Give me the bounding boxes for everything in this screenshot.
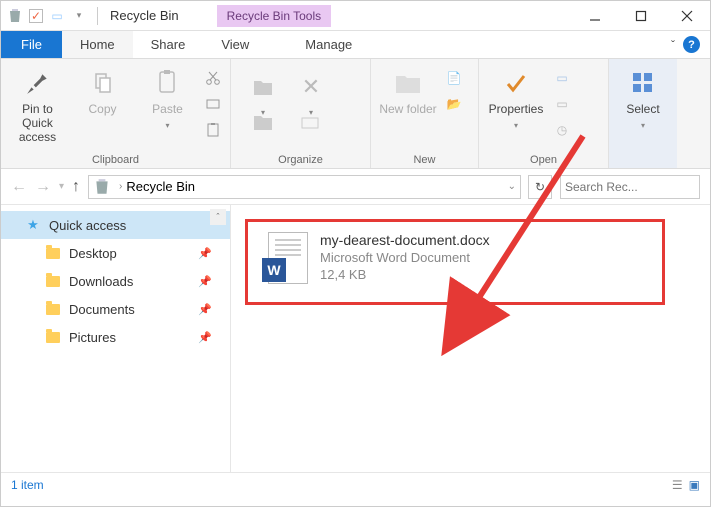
pin-icon: 📌 — [198, 331, 212, 344]
folder-icon — [45, 245, 61, 261]
search-input[interactable] — [565, 180, 711, 194]
breadcrumb-location[interactable]: Recycle Bin — [126, 179, 195, 194]
tab-manage[interactable]: Manage — [287, 31, 370, 58]
organize-group-label: Organize — [237, 152, 364, 166]
new-folder-label: New folder — [379, 102, 436, 116]
back-button[interactable]: ← — [11, 178, 27, 196]
chevron-right-icon[interactable]: › — [119, 181, 122, 192]
pictures-label: Pictures — [69, 330, 116, 345]
forward-button[interactable]: → — [35, 178, 51, 196]
status-bar: 1 item ☰ ▣ — [1, 472, 710, 496]
ribbon-tabs: File Home Share View Manage ˇ ? — [1, 31, 710, 59]
star-icon: ★ — [25, 217, 41, 233]
edit-icon[interactable]: ▭ — [551, 93, 573, 115]
open-group-label: Open — [485, 152, 602, 166]
address-bar-row: ← → ▾ ↑ › Recycle Bin ⌄ ↻ 🔍 — [1, 169, 710, 205]
desktop-label: Desktop — [69, 246, 117, 261]
quick-access-label: Quick access — [49, 218, 126, 233]
breadcrumb-dropdown-icon[interactable]: ⌄ — [508, 181, 516, 192]
contextual-tab-label[interactable]: Recycle Bin Tools — [217, 5, 332, 27]
file-name[interactable]: my-dearest-document.docx — [320, 232, 490, 248]
recycle-bin-icon — [7, 8, 23, 24]
new-folder-button[interactable]: New folder — [377, 63, 439, 116]
pin-icon: 📌 — [198, 275, 212, 288]
qat-dropdown-icon[interactable]: ▾ — [71, 8, 87, 24]
minimize-button[interactable] — [572, 1, 618, 31]
paste-label: Paste — [152, 102, 183, 116]
paste-button[interactable]: Paste ▾ — [137, 63, 198, 130]
qat-checkbox-icon[interactable]: ✓ — [29, 9, 43, 23]
easy-access-icon[interactable]: 📂 — [443, 93, 465, 115]
copy-label: Copy — [88, 102, 116, 116]
item-count: 1 item — [11, 478, 44, 492]
pin-label: Pin to Quick access — [7, 102, 68, 144]
sidebar-quick-access[interactable]: ★ Quick access — [1, 211, 230, 239]
pin-icon: 📌 — [198, 247, 212, 260]
tab-file[interactable]: File — [1, 31, 62, 58]
clipboard-group-label: Clipboard — [7, 152, 224, 166]
recycle-bin-small-icon — [93, 178, 111, 196]
thumbnails-view-icon[interactable]: ▣ — [689, 478, 700, 492]
window-title: Recycle Bin — [102, 8, 187, 23]
copy-path-icon[interactable] — [202, 93, 224, 115]
help-icon[interactable]: ? — [683, 36, 700, 53]
sidebar-documents[interactable]: Documents 📌 — [1, 295, 230, 323]
documents-label: Documents — [69, 302, 135, 317]
ribbon-collapse-icon[interactable]: ˇ — [671, 38, 675, 52]
history-icon[interactable]: ◷ — [551, 119, 573, 141]
navigation-pane: ˆ ★ Quick access Desktop 📌 Downloads 📌 D… — [1, 205, 231, 472]
search-box[interactable]: 🔍 — [560, 175, 700, 199]
file-list-area[interactable]: W my-dearest-document.docx Microsoft Wor… — [231, 205, 710, 472]
sidebar-downloads[interactable]: Downloads 📌 — [1, 267, 230, 295]
tab-share[interactable]: Share — [133, 31, 204, 58]
recent-dropdown[interactable]: ▾ — [59, 181, 64, 192]
pin-to-quick-access-button[interactable]: Pin to Quick access — [7, 63, 68, 144]
properties-label: Properties — [489, 102, 544, 116]
new-group-label: New — [377, 152, 472, 166]
select-group-label — [615, 164, 671, 166]
qat-item-icon[interactable]: ▭ — [49, 8, 65, 24]
paste-shortcut-icon[interactable] — [202, 119, 224, 141]
sidebar-desktop[interactable]: Desktop 📌 — [1, 239, 230, 267]
select-button[interactable]: Select ▾ — [615, 63, 671, 130]
properties-button[interactable]: Properties ▾ — [485, 63, 547, 130]
rename-button[interactable] — [291, 107, 331, 133]
file-type: Microsoft Word Document — [320, 250, 490, 265]
up-button[interactable]: ↑ — [72, 178, 80, 196]
word-document-icon[interactable]: W — [262, 232, 308, 288]
downloads-label: Downloads — [69, 274, 133, 289]
tab-view[interactable]: View — [203, 31, 267, 58]
title-bar: ✓ ▭ ▾ Recycle Bin Recycle Bin Tools — [1, 1, 710, 31]
folder-icon — [45, 301, 61, 317]
copy-button[interactable]: Copy — [72, 63, 133, 116]
new-item-icon[interactable]: 📄 — [443, 67, 465, 89]
sidebar-pictures[interactable]: Pictures 📌 — [1, 323, 230, 351]
folder-icon — [45, 273, 61, 289]
main-area: ˆ ★ Quick access Desktop 📌 Downloads 📌 D… — [1, 205, 710, 472]
highlighted-file: W my-dearest-document.docx Microsoft Wor… — [245, 219, 665, 305]
folder-icon — [45, 329, 61, 345]
ribbon: Pin to Quick access Copy Paste ▾ Clipboa… — [1, 59, 710, 169]
divider — [97, 7, 98, 25]
copy-to-button[interactable] — [243, 107, 283, 133]
cut-icon[interactable] — [202, 67, 224, 89]
refresh-button[interactable]: ↻ — [528, 175, 552, 199]
select-label: Select — [626, 102, 659, 116]
scroll-up-icon[interactable]: ˆ — [210, 209, 226, 225]
breadcrumb[interactable]: › Recycle Bin ⌄ — [88, 175, 521, 199]
tab-home[interactable]: Home — [62, 31, 133, 58]
close-button[interactable] — [664, 1, 710, 31]
maximize-button[interactable] — [618, 1, 664, 31]
details-view-icon[interactable]: ☰ — [672, 478, 683, 492]
open-icon[interactable]: ▭ — [551, 67, 573, 89]
file-size: 12,4 KB — [320, 267, 490, 282]
pin-icon: 📌 — [198, 303, 212, 316]
